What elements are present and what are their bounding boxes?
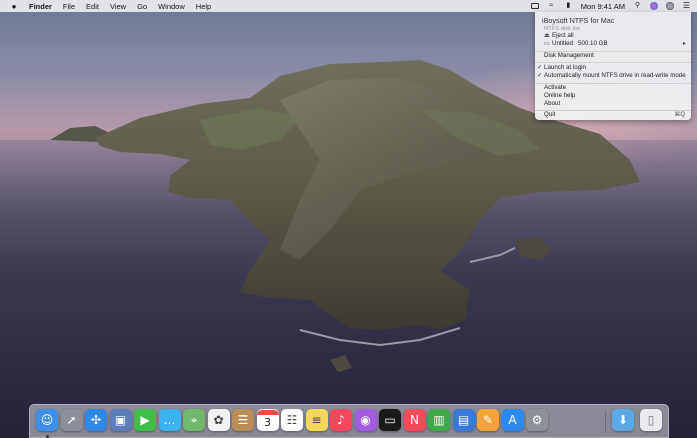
- battery-icon[interactable]: ▮: [564, 2, 573, 10]
- map-icon[interactable]: ⌖: [183, 409, 205, 431]
- about-label: About: [544, 100, 561, 107]
- tv-icon[interactable]: ▭: [379, 409, 401, 431]
- trash-icon[interactable]: ▯: [640, 409, 662, 431]
- iboysoft-ntfs-menu: iBoysoft NTFS for Mac NTFS disk list ⏏ E…: [535, 12, 691, 120]
- checklist-icon[interactable]: ☷: [281, 409, 303, 431]
- music-note-icon[interactable]: ♪: [330, 409, 352, 431]
- auto-mount-item[interactable]: Automatically mount NTFS drive in read-w…: [544, 72, 686, 80]
- dock-separator: [605, 411, 606, 433]
- speech-bubble-icon[interactable]: …: [158, 409, 181, 431]
- launch-at-login-item[interactable]: Launch at login: [544, 64, 586, 72]
- activate-label: Activate: [544, 84, 567, 91]
- menu-divider: [535, 110, 691, 111]
- menu-divider: [535, 62, 691, 63]
- about-item[interactable]: About: [544, 100, 560, 108]
- eject-all-label: Eject all: [552, 32, 574, 39]
- menu-title: iBoysoft NTFS for Mac: [542, 16, 615, 25]
- checkmark-icon: ✓: [537, 73, 543, 79]
- drive-untitled-item[interactable]: ▭ Untitled 500.10 GB: [544, 40, 608, 48]
- apple-menu-icon[interactable]: ●: [9, 2, 19, 11]
- address-book-icon[interactable]: ☰: [232, 409, 254, 431]
- news-icon[interactable]: N: [403, 409, 426, 431]
- downloads-folder-icon[interactable]: ⬇: [612, 409, 634, 431]
- menu-view[interactable]: View: [110, 2, 126, 11]
- drive-icon: ▭: [544, 41, 550, 47]
- wifi-icon[interactable]: ≈: [547, 2, 556, 10]
- photo-viewer-icon[interactable]: ▣: [109, 409, 132, 431]
- calendar-day-number: 3: [264, 416, 271, 429]
- launch-at-login-label: Launch at login: [544, 64, 586, 71]
- user-avatar-icon[interactable]: [666, 2, 674, 10]
- bar-chart-icon[interactable]: ▥: [428, 409, 450, 431]
- search-icon[interactable]: ⚲: [633, 2, 642, 10]
- eject-icon: ⏏: [544, 33, 550, 39]
- auto-mount-label: Automatically mount NTFS drive in read-w…: [544, 72, 686, 79]
- menu-bar-status-area: ≈ ▮ Mon 9:41 AM ⚲ ☰: [530, 0, 691, 12]
- quit-label: Quit: [544, 111, 556, 118]
- disk-management-item[interactable]: Disk Management: [544, 52, 594, 60]
- flower-icon[interactable]: ✿: [207, 409, 230, 431]
- menu-edit[interactable]: Edit: [86, 2, 99, 11]
- dock: ☺ ➚ ✣ ▣ ▶… ⌖ ✿ ☰ 3 ☷ ≡ ♪ ◉ ▭ N ▥ ▤ ✎ A ⚙ ⬇ ▯: [29, 404, 669, 438]
- online-help-label: Online help: [544, 92, 576, 99]
- disk-management-label: Disk Management: [544, 52, 594, 59]
- rocket-icon[interactable]: ➚: [60, 409, 83, 431]
- finder-icon[interactable]: ☺: [36, 409, 58, 431]
- quit-shortcut: ⌘Q: [674, 112, 685, 118]
- menu-app-finder[interactable]: Finder: [29, 2, 52, 11]
- presentation-icon[interactable]: ▤: [452, 409, 475, 431]
- control-list-icon[interactable]: ☰: [682, 2, 691, 10]
- menu-file[interactable]: File: [63, 2, 75, 11]
- menu-bar-clock[interactable]: Mon 9:41 AM: [581, 2, 625, 11]
- menu-bar: ● Finder File Edit View Go Window Help ≈…: [0, 0, 697, 12]
- menu-window[interactable]: Window: [158, 2, 185, 11]
- drive-name: Untitled: [552, 40, 573, 47]
- pen-document-icon[interactable]: ✎: [477, 409, 499, 431]
- video-camera-icon[interactable]: ▶: [134, 409, 156, 431]
- menu-help[interactable]: Help: [196, 2, 211, 11]
- submenu-arrow-icon: ▸: [682, 41, 686, 47]
- app-store-icon[interactable]: A: [501, 409, 524, 431]
- drive-size: 500.10 GB: [577, 40, 608, 47]
- siri-icon[interactable]: [650, 2, 658, 10]
- podcast-icon[interactable]: ◉: [354, 409, 377, 431]
- quit-item[interactable]: Quit: [544, 111, 555, 119]
- menu-go[interactable]: Go: [137, 2, 147, 11]
- iboysoft-drive-icon[interactable]: [530, 3, 539, 9]
- eject-all-item[interactable]: ⏏ Eject all: [544, 32, 574, 40]
- online-help-item[interactable]: Online help: [544, 92, 575, 100]
- activate-item[interactable]: Activate: [544, 84, 566, 92]
- checkmark-icon: ✓: [537, 65, 543, 71]
- notepad-icon[interactable]: ≡: [305, 409, 328, 431]
- gear-icon[interactable]: ⚙: [526, 409, 548, 431]
- calendar-icon[interactable]: 3: [256, 409, 279, 431]
- compass-icon[interactable]: ✣: [85, 409, 107, 431]
